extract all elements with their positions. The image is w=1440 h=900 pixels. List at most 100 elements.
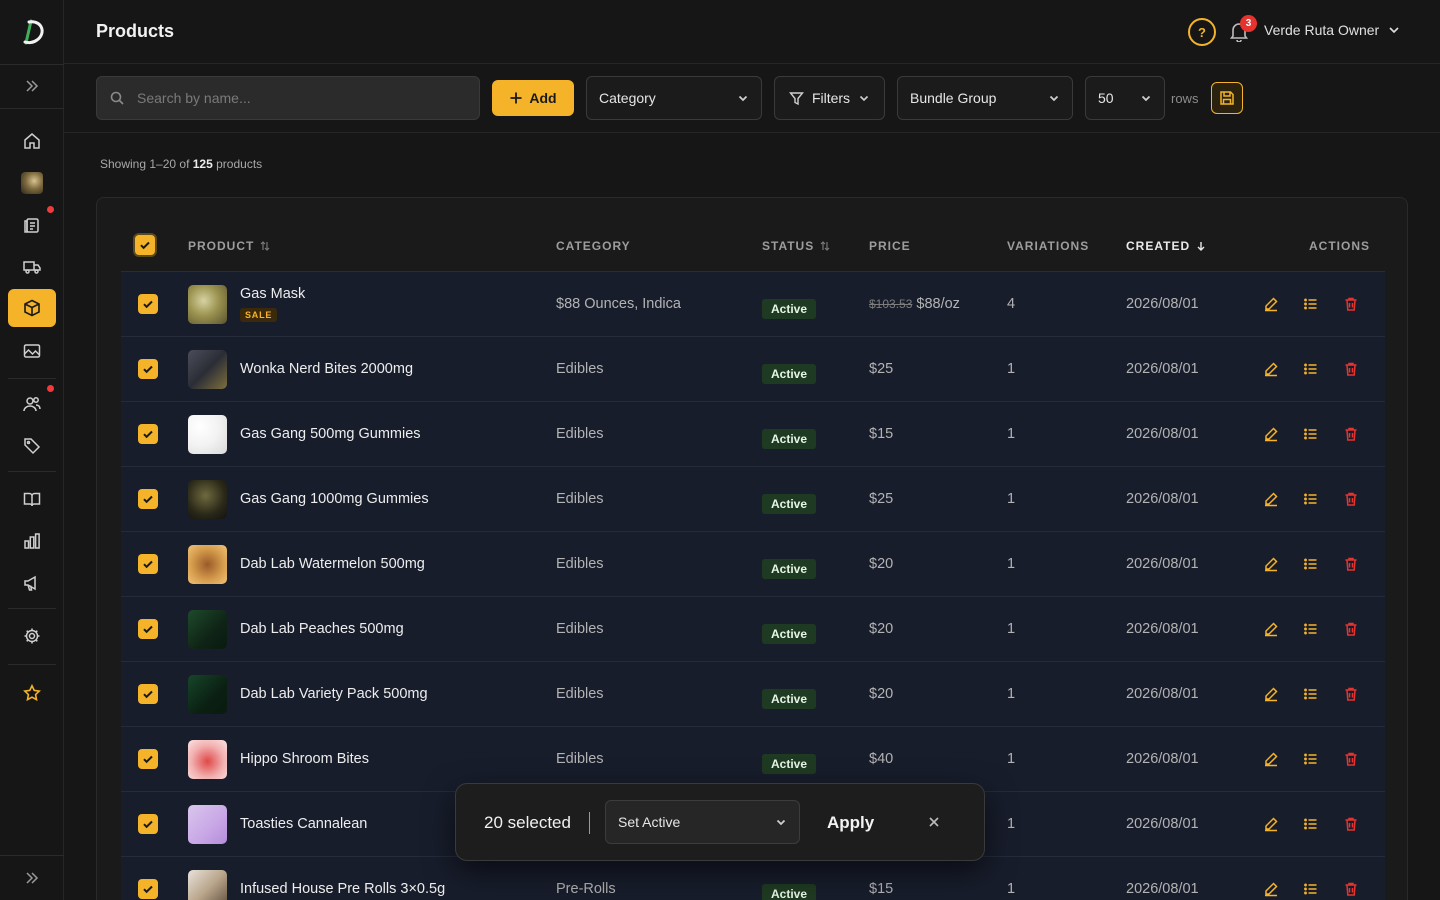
product-thumbnail[interactable] xyxy=(188,805,227,844)
list-icon[interactable] xyxy=(1303,751,1321,769)
list-icon[interactable] xyxy=(1303,686,1321,704)
sidebar-item-store[interactable] xyxy=(8,164,56,202)
delete-icon[interactable] xyxy=(1343,491,1361,509)
product-thumbnail[interactable] xyxy=(188,610,227,649)
edit-icon[interactable] xyxy=(1263,816,1281,834)
product-thumbnail[interactable] xyxy=(188,350,227,389)
rows-per-page-select[interactable]: 50 xyxy=(1085,76,1165,120)
edit-icon[interactable] xyxy=(1263,556,1281,574)
edit-icon[interactable] xyxy=(1263,881,1281,899)
product-thumbnail[interactable] xyxy=(188,675,227,714)
table-row[interactable]: Dab Lab Watermelon 500mg Edibles Active $20… xyxy=(121,532,1385,597)
user-menu[interactable]: Verde Ruta Owner xyxy=(1264,22,1401,38)
edit-icon[interactable] xyxy=(1263,621,1281,639)
column-header-status[interactable]: STATUS xyxy=(762,239,830,253)
row-checkbox[interactable] xyxy=(138,424,158,444)
column-header-product[interactable]: PRODUCT xyxy=(188,239,270,253)
table-row[interactable]: Dab Lab Variety Pack 500mg Edibles Active $… xyxy=(121,662,1385,727)
delete-icon[interactable] xyxy=(1343,881,1361,899)
search-box[interactable] xyxy=(96,76,480,120)
delete-icon[interactable] xyxy=(1343,816,1361,834)
product-name[interactable]: Wonka Nerd Bites 2000mg xyxy=(240,361,413,377)
product-name[interactable]: Dab Lab Watermelon 500mg xyxy=(240,556,425,572)
table-row[interactable]: Dab Lab Peaches 500mg Edibles Active $20 1 20… xyxy=(121,597,1385,662)
sidebar-item-orders[interactable] xyxy=(8,206,56,244)
save-view-button[interactable] xyxy=(1211,82,1243,114)
column-header-created[interactable]: CREATED xyxy=(1126,239,1206,253)
sidebar-item-customers[interactable] xyxy=(8,385,56,423)
edit-icon[interactable] xyxy=(1263,686,1281,704)
product-thumbnail[interactable] xyxy=(188,285,227,324)
table-row[interactable]: Gas Gang 500mg Gummies Edibles Active $15 1 2… xyxy=(121,402,1385,467)
edit-icon[interactable] xyxy=(1263,426,1281,444)
product-name[interactable]: Toasties Cannalean xyxy=(240,816,367,832)
row-checkbox[interactable] xyxy=(138,814,158,834)
delete-icon[interactable] xyxy=(1343,751,1361,769)
row-checkbox[interactable] xyxy=(138,879,158,899)
product-name[interactable]: Gas Mask xyxy=(240,286,305,302)
sidebar-item-marketing[interactable] xyxy=(8,564,56,602)
product-name[interactable]: Gas Gang 1000mg Gummies xyxy=(240,491,429,507)
product-thumbnail[interactable] xyxy=(188,870,227,900)
row-checkbox[interactable] xyxy=(138,749,158,769)
product-name[interactable]: Dab Lab Variety Pack 500mg xyxy=(240,686,428,702)
list-icon[interactable] xyxy=(1303,426,1321,444)
table-row[interactable]: Gas Gang 1000mg Gummies Edibles Active $25 1… xyxy=(121,467,1385,532)
product-name[interactable]: Dab Lab Peaches 500mg xyxy=(240,621,404,637)
bundle-group-select[interactable]: Bundle Group xyxy=(897,76,1073,120)
delete-icon[interactable] xyxy=(1343,621,1361,639)
table-row[interactable]: Infused House Pre Rolls 3×0.5g Pre-Rolls A… xyxy=(121,857,1385,900)
apply-button[interactable]: Apply xyxy=(827,813,874,833)
search-input[interactable] xyxy=(137,90,457,106)
list-icon[interactable] xyxy=(1303,816,1321,834)
close-icon[interactable] xyxy=(926,814,944,832)
help-button[interactable]: ? xyxy=(1188,18,1216,46)
bulk-action-select[interactable]: Set Active xyxy=(605,800,800,844)
sidebar-item-home[interactable] xyxy=(8,122,56,160)
list-icon[interactable] xyxy=(1303,881,1321,899)
row-checkbox[interactable] xyxy=(138,619,158,639)
row-checkbox[interactable] xyxy=(138,359,158,379)
expand-sidebar-icon[interactable] xyxy=(20,74,44,98)
sidebar-item-settings[interactable] xyxy=(8,617,56,655)
expand-sidebar-icon[interactable] xyxy=(20,866,44,890)
row-checkbox[interactable] xyxy=(138,684,158,704)
sidebar-item-promotions[interactable] xyxy=(8,427,56,465)
sidebar-item-analytics[interactable] xyxy=(8,522,56,560)
edit-icon[interactable] xyxy=(1263,361,1281,379)
product-name[interactable]: Infused House Pre Rolls 3×0.5g xyxy=(240,881,445,897)
product-thumbnail[interactable] xyxy=(188,415,227,454)
sidebar-item-products[interactable] xyxy=(8,289,56,327)
product-name[interactable]: Hippo Shroom Bites xyxy=(240,751,369,767)
table-row[interactable]: Gas Mask SALE $88 Ounces, Indica Active $103… xyxy=(121,272,1385,337)
list-icon[interactable] xyxy=(1303,296,1321,314)
delete-icon[interactable] xyxy=(1343,686,1361,704)
brand-logo-icon[interactable] xyxy=(17,18,47,46)
row-checkbox[interactable] xyxy=(138,489,158,509)
product-thumbnail[interactable] xyxy=(188,480,227,519)
list-icon[interactable] xyxy=(1303,361,1321,379)
select-all-checkbox[interactable] xyxy=(135,235,155,255)
delete-icon[interactable] xyxy=(1343,361,1361,379)
sidebar-item-delivery[interactable] xyxy=(8,248,56,286)
list-icon[interactable] xyxy=(1303,621,1321,639)
edit-icon[interactable] xyxy=(1263,491,1281,509)
sidebar-item-catalog[interactable] xyxy=(8,480,56,518)
row-checkbox[interactable] xyxy=(138,554,158,574)
list-icon[interactable] xyxy=(1303,491,1321,509)
sidebar-item-media[interactable] xyxy=(8,332,56,370)
category-select[interactable]: Category xyxy=(586,76,762,120)
delete-icon[interactable] xyxy=(1343,426,1361,444)
filters-button[interactable]: Filters xyxy=(774,76,885,120)
table-row[interactable]: Wonka Nerd Bites 2000mg Edibles Active $25 1… xyxy=(121,337,1385,402)
edit-icon[interactable] xyxy=(1263,296,1281,314)
product-name[interactable]: Gas Gang 500mg Gummies xyxy=(240,426,421,442)
add-product-button[interactable]: Add xyxy=(492,80,574,116)
edit-icon[interactable] xyxy=(1263,751,1281,769)
row-checkbox[interactable] xyxy=(138,294,158,314)
product-thumbnail[interactable] xyxy=(188,545,227,584)
product-thumbnail[interactable] xyxy=(188,740,227,779)
sidebar-item-favorites[interactable] xyxy=(8,674,56,712)
delete-icon[interactable] xyxy=(1343,556,1361,574)
list-icon[interactable] xyxy=(1303,556,1321,574)
